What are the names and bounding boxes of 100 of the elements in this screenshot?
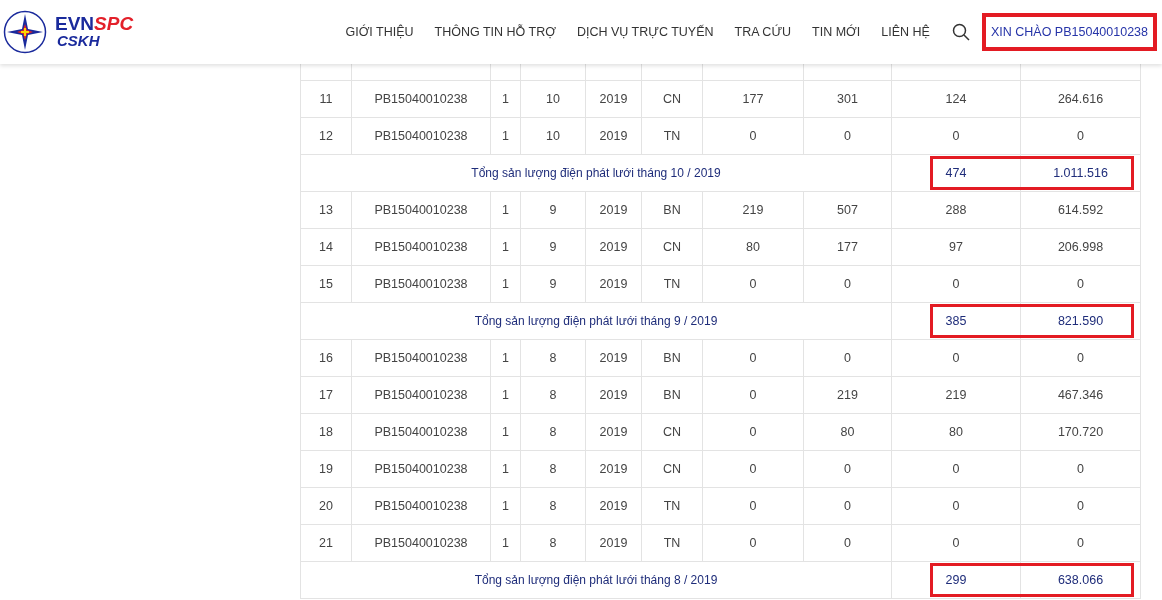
table-cell: 13 xyxy=(301,192,352,229)
table-cell: 219 xyxy=(892,377,1021,414)
total-value: 821.590 xyxy=(1021,303,1141,339)
table-cell: 1 xyxy=(491,266,521,303)
table-cell: 1 xyxy=(491,377,521,414)
table-cell: 9 xyxy=(521,192,586,229)
table-cell: 0 xyxy=(1021,266,1141,303)
table-cell: 8 xyxy=(521,488,586,525)
table-cell: PB15040010238 xyxy=(352,377,491,414)
nav-link[interactable]: DỊCH VỤ TRỰC TUYẾN xyxy=(576,25,714,39)
table-cell: PB15040010238 xyxy=(352,266,491,303)
table-cell: 1 xyxy=(491,451,521,488)
table-cell: 0 xyxy=(804,118,892,155)
table-cell: 0 xyxy=(1021,340,1141,377)
table-cell: 0 xyxy=(892,118,1021,155)
table-cell: PB15040010238 xyxy=(352,118,491,155)
table-cell: CN xyxy=(642,451,703,488)
table-cell: 80 xyxy=(804,414,892,451)
table-cell xyxy=(642,64,703,81)
table-cell: 206.998 xyxy=(1021,229,1141,266)
table-cell: 0 xyxy=(804,451,892,488)
table-cell: 1 xyxy=(491,81,521,118)
total-value: 299 xyxy=(892,562,1021,598)
table-cell: 21 xyxy=(301,525,352,562)
table-cell: PB15040010238 xyxy=(352,81,491,118)
table-cell: 0 xyxy=(892,525,1021,562)
table-cell: 8 xyxy=(521,451,586,488)
greeting-link[interactable]: XIN CHÀO PB15040010238 xyxy=(981,13,1157,51)
total-value: 638.066 xyxy=(1021,562,1141,598)
table-cell: 2019 xyxy=(586,414,642,451)
table-cell: 0 xyxy=(804,266,892,303)
table-cell: PB15040010238 xyxy=(352,229,491,266)
table-cell: 2019 xyxy=(586,81,642,118)
table-cell: 0 xyxy=(1021,488,1141,525)
table-cell: TN xyxy=(642,118,703,155)
table-cell: 264.616 xyxy=(1021,81,1141,118)
table-cell: 80 xyxy=(892,414,1021,451)
table-cell: 8 xyxy=(521,414,586,451)
table-cell: 2019 xyxy=(586,229,642,266)
table-cell: 507 xyxy=(804,192,892,229)
nav-link[interactable]: LIÊN HỆ xyxy=(881,25,930,39)
table-cell: 1 xyxy=(491,488,521,525)
table-cell: 614.592 xyxy=(1021,192,1141,229)
table-cell: TN xyxy=(642,525,703,562)
table-cell: 11 xyxy=(301,81,352,118)
table-cell xyxy=(491,64,521,81)
total-value: 474 xyxy=(892,155,1021,191)
table-cell: 1 xyxy=(491,414,521,451)
table-cell: 0 xyxy=(703,266,804,303)
table-cell: 9 xyxy=(521,266,586,303)
nav-link[interactable]: THÔNG TIN HỖ TRỢ xyxy=(434,25,556,39)
total-value: 1.011.516 xyxy=(1021,155,1141,191)
logo-icon xyxy=(3,10,47,54)
table-cell: 177 xyxy=(703,81,804,118)
nav-link[interactable]: GIỚI THIỆU xyxy=(345,25,414,39)
table-cell: 0 xyxy=(804,525,892,562)
table-cell: 0 xyxy=(703,118,804,155)
table-cell: 0 xyxy=(703,525,804,562)
search-icon[interactable] xyxy=(951,23,970,41)
table-cell: 16 xyxy=(301,340,352,377)
table-cell: BN xyxy=(642,377,703,414)
table-cell: 2019 xyxy=(586,118,642,155)
table-cell: 177 xyxy=(804,229,892,266)
table-cell: 170.720 xyxy=(1021,414,1141,451)
table-cell: 288 xyxy=(892,192,1021,229)
table-cell xyxy=(521,64,586,81)
table-cell: 17 xyxy=(301,377,352,414)
table-cell: 0 xyxy=(1021,525,1141,562)
table-cell: PB15040010238 xyxy=(352,192,491,229)
table-cell: TN xyxy=(642,488,703,525)
table-cell: 1 xyxy=(491,192,521,229)
table-cell: 467.346 xyxy=(1021,377,1141,414)
table-cell: 1 xyxy=(491,229,521,266)
total-value: 385 xyxy=(892,303,1021,339)
table-cell: BN xyxy=(642,192,703,229)
table-cell: 0 xyxy=(703,340,804,377)
nav-link[interactable]: TRA CỨU xyxy=(734,25,792,39)
table-cell: 1 xyxy=(491,525,521,562)
table-cell: 219 xyxy=(703,192,804,229)
table-cell: 0 xyxy=(892,340,1021,377)
table-cell: 19 xyxy=(301,451,352,488)
table-cell: 12 xyxy=(301,118,352,155)
table-cell: 80 xyxy=(703,229,804,266)
nav-link[interactable]: TIN MỚI xyxy=(812,25,861,39)
table-cell: PB15040010238 xyxy=(352,340,491,377)
total-label: Tổng sản lượng điện phát lưới tháng 8 / 2019 xyxy=(301,562,892,599)
table-cell: 0 xyxy=(1021,451,1141,488)
table-cell: 0 xyxy=(804,488,892,525)
table-cell: BN xyxy=(642,340,703,377)
logo-subtitle: CSKH xyxy=(57,32,101,49)
table-cell: PB15040010238 xyxy=(352,414,491,451)
table-cell: 10 xyxy=(521,81,586,118)
table-cell xyxy=(301,64,352,81)
table-cell xyxy=(586,64,642,81)
table-cell: 0 xyxy=(703,377,804,414)
table-cell: 0 xyxy=(892,266,1021,303)
table-cell: 0 xyxy=(1021,118,1141,155)
logo-brand-text: EVN xyxy=(55,15,95,32)
table-cell: 0 xyxy=(703,451,804,488)
table-cell: 8 xyxy=(521,525,586,562)
